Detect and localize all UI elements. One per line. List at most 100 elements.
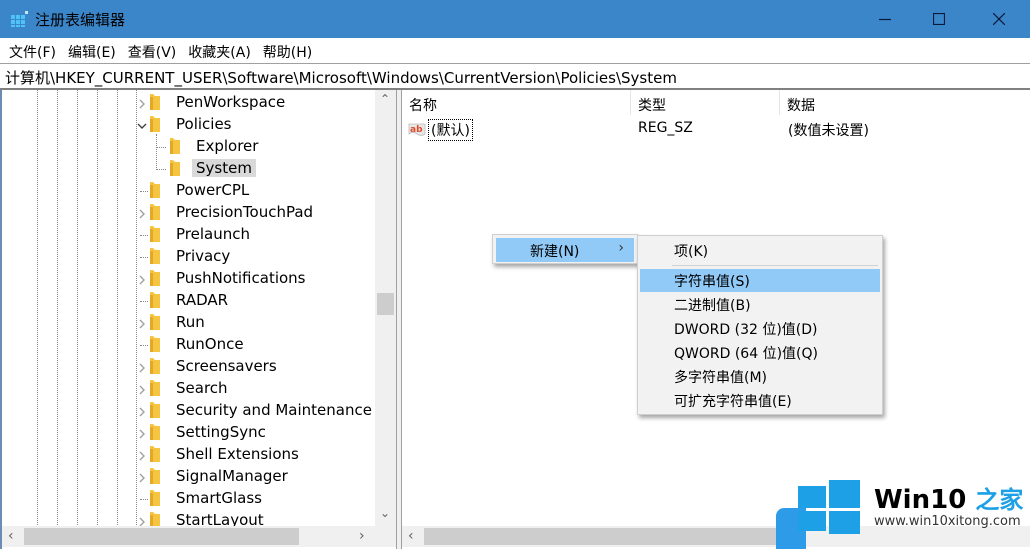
tree-item-label: Search <box>176 379 228 397</box>
tree-guide-line <box>97 90 98 527</box>
chevron-right-icon[interactable] <box>136 96 148 109</box>
tree-item[interactable]: SignalManager <box>139 465 292 487</box>
submenu-item-string-value[interactable]: 字符串值(S) <box>640 269 880 292</box>
address-bar[interactable]: 计算机\HKEY_CURRENT_USER\Software\Microsoft… <box>0 63 1030 90</box>
tree-item[interactable]: PenWorkspace <box>139 91 289 113</box>
tree-item-label: Explorer <box>196 137 259 155</box>
submenu-item-dword-value[interactable]: DWORD (32 位)值(D) <box>640 317 880 339</box>
value-data: (数值未设置) <box>788 123 869 139</box>
tree-item-label: PenWorkspace <box>176 93 286 111</box>
minimize-button[interactable] <box>862 0 908 38</box>
folder-icon <box>148 269 162 287</box>
tree-item-label: RADAR <box>176 291 229 309</box>
chevron-right-icon[interactable] <box>136 404 148 417</box>
chevron-right-icon[interactable] <box>136 360 148 373</box>
tree-connector <box>140 235 148 236</box>
tree-item[interactable]: Screensavers <box>139 355 281 377</box>
scroll-left-icon[interactable]: ‹ <box>408 528 414 544</box>
tree-vertical-scrollbar[interactable]: ⌃ ⌄ <box>375 90 396 526</box>
menu-file[interactable]: 文件(F) <box>4 38 61 63</box>
value-name[interactable]: (默认) <box>428 119 473 141</box>
folder-icon <box>148 489 162 507</box>
address-input[interactable]: 计算机\HKEY_CURRENT_USER\Software\Microsoft… <box>5 67 677 88</box>
submenu-item-key[interactable]: 项(K) <box>640 239 880 261</box>
submenu-item-label: 多字符串值(M) <box>674 370 768 386</box>
menu-favorites[interactable]: 收藏夹(A) <box>183 38 256 63</box>
chevron-right-icon[interactable] <box>136 206 148 219</box>
tree-horizontal-scroll-thumb[interactable] <box>24 528 299 545</box>
chevron-right-icon[interactable] <box>136 448 148 461</box>
tree-item[interactable]: PushNotifications <box>139 267 310 289</box>
submenu-item-expandable-string-value[interactable]: 可扩充字符串值(E) <box>640 389 880 411</box>
tree-item-label: Prelaunch <box>176 225 250 243</box>
chevron-right-icon[interactable] <box>136 316 148 329</box>
submenu-item-multi-string-value[interactable]: 多字符串值(M) <box>640 365 880 387</box>
folder-icon <box>148 115 162 133</box>
chevron-right-icon[interactable] <box>136 382 148 395</box>
tree-item[interactable]: Run <box>139 311 209 333</box>
tree-item[interactable]: Search <box>139 377 232 399</box>
chevron-down-icon[interactable] <box>136 118 148 130</box>
scroll-right-icon[interactable]: › <box>359 528 365 544</box>
menu-item-new[interactable]: 新建(N) › <box>496 238 634 262</box>
tree-guide-line <box>156 134 157 168</box>
chevron-right-icon[interactable] <box>136 470 148 483</box>
tree-item[interactable]: SmartGlass <box>140 487 266 509</box>
tree-item[interactable]: Privacy <box>140 245 234 267</box>
menu-help[interactable]: 帮助(H) <box>258 38 317 63</box>
watermark-brand-text: Win10 <box>874 485 967 515</box>
column-header-data[interactable]: 数据 <box>780 90 1030 115</box>
close-button[interactable] <box>976 0 1022 38</box>
menu-bar: 文件(F) 编辑(E) 查看(V) 收藏夹(A) 帮助(H) <box>0 38 1030 63</box>
folder-icon <box>148 225 162 243</box>
tree-item[interactable]: PrecisionTouchPad <box>139 201 317 223</box>
tree-item[interactable]: Explorer <box>156 135 262 157</box>
submenu-item-qword-value[interactable]: QWORD (64 位)值(Q) <box>640 341 880 363</box>
tree-item[interactable]: Security and Maintenance <box>139 399 376 421</box>
tree-item[interactable]: SettingSync <box>139 421 270 443</box>
tree-item-label: Privacy <box>176 247 231 265</box>
menu-item-new-label: 新建(N) <box>530 244 580 260</box>
tree-item[interactable]: Policies <box>137 113 235 135</box>
tree-item-label: PushNotifications <box>176 269 306 287</box>
chevron-right-icon[interactable] <box>136 426 148 439</box>
close-icon <box>993 13 1005 25</box>
tree-item[interactable]: System <box>156 157 256 179</box>
menu-edit[interactable]: 编辑(E) <box>63 38 121 63</box>
list-horizontal-scroll-thumb[interactable] <box>424 528 784 545</box>
chevron-right-icon[interactable] <box>136 272 148 285</box>
window-title: 注册表编辑器 <box>35 11 126 29</box>
tree-vertical-scroll-thumb[interactable] <box>377 293 394 315</box>
string-value-icon: ab <box>408 123 426 136</box>
context-menu: 新建(N) › <box>492 234 638 264</box>
scroll-up-icon[interactable]: ⌃ <box>380 92 390 106</box>
folder-icon <box>148 401 162 419</box>
column-header-type[interactable]: 类型 <box>631 90 779 115</box>
tree-item[interactable]: RunOnce <box>140 333 248 355</box>
folder-icon <box>168 137 182 155</box>
maximize-button[interactable] <box>916 0 962 38</box>
column-header-name[interactable]: 名称 <box>402 90 630 115</box>
folder-icon <box>148 93 162 111</box>
scroll-left-icon[interactable]: ‹ <box>8 528 14 544</box>
tree-item[interactable]: Shell Extensions <box>139 443 303 465</box>
tree-item-label: Screensavers <box>176 357 277 375</box>
tree-connector <box>156 147 166 148</box>
tree-item[interactable]: RADAR <box>140 289 232 311</box>
tree-item-label: System <box>192 159 256 177</box>
tree-item[interactable]: PowerCPL <box>140 179 253 201</box>
scroll-down-icon[interactable]: ⌄ <box>380 506 390 520</box>
tree-horizontal-scrollbar[interactable]: ‹ › <box>2 526 375 547</box>
menu-view[interactable]: 查看(V) <box>123 38 182 63</box>
submenu-item-binary-value[interactable]: 二进制值(B) <box>640 293 880 315</box>
tree-item-label: RunOnce <box>176 335 244 353</box>
chevron-right-icon[interactable] <box>136 514 148 527</box>
folder-icon <box>148 335 162 353</box>
tree-item[interactable]: Prelaunch <box>140 223 254 245</box>
value-row[interactable]: ab (默认) REG_SZ (数值未设置) <box>402 118 1030 141</box>
tree-connector <box>140 345 148 346</box>
folder-icon <box>148 423 162 441</box>
submenu-arrow-icon: › <box>618 240 624 256</box>
svg-text:ab: ab <box>410 125 423 135</box>
tree-connector <box>156 169 166 170</box>
